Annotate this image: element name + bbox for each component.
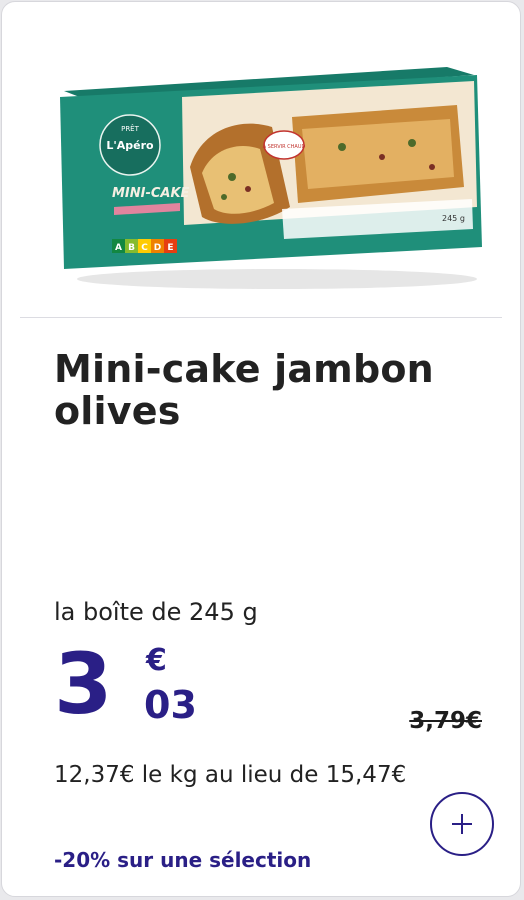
box-product-name: MINI-CAKE	[112, 186, 190, 201]
plus-icon	[452, 814, 472, 834]
product-image: 245 g PRÊT L'Apéro MINI-CAKE À SERVIR CH…	[60, 67, 482, 289]
nutri-b: B	[128, 243, 135, 253]
nutri-c: C	[141, 243, 148, 253]
nutri-e: E	[167, 243, 173, 253]
add-to-cart-button[interactable]	[430, 792, 494, 856]
price-currency: €	[146, 643, 167, 678]
promo-text: -20% sur une sélection	[54, 848, 312, 872]
product-title[interactable]: Mini-cake jambon olives	[54, 348, 494, 432]
divider	[20, 317, 502, 318]
box-brand: L'Apéro	[106, 139, 154, 152]
box-weight: 245 g	[442, 214, 465, 223]
nutri-d: D	[154, 243, 161, 253]
box-brand-top: PRÊT	[121, 124, 140, 133]
unit-price: 12,37€ le kg au lieu de 15,47€	[54, 762, 407, 788]
old-price: 3,79€	[409, 708, 482, 734]
package-size: la boîte de 245 g	[54, 598, 258, 626]
price-decimal: 03	[144, 683, 197, 727]
box-serve-hot: À SERVIR CHAUD	[263, 143, 306, 150]
price-integer: 3	[54, 635, 112, 733]
product-card[interactable]: 245 g PRÊT L'Apéro MINI-CAKE À SERVIR CH…	[1, 1, 521, 897]
nutri-a: A	[115, 243, 122, 253]
